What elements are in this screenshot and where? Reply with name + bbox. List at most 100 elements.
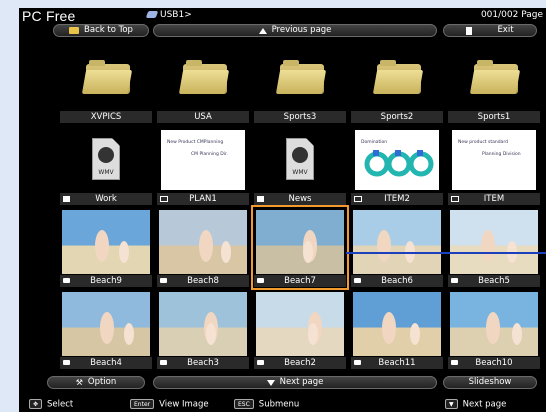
photo-scene	[377, 230, 415, 263]
key-help-footer: ✥ Select Enter View Image ESC Submenu ▼ Next…	[19, 396, 546, 412]
file-tile-beach11[interactable]: Beach11	[351, 290, 443, 369]
file-label-bar: Beach7	[254, 275, 346, 287]
back-to-top-button[interactable]: Back to Top	[53, 24, 149, 37]
file-label-bar: Work	[60, 193, 152, 205]
folder-icon	[178, 60, 230, 94]
dpad-icon: ✥	[29, 399, 43, 409]
page-down-icon: ▼	[445, 399, 458, 409]
file-tile-usa[interactable]: USA	[157, 44, 249, 123]
file-tile-xvpics[interactable]: XVPICS	[60, 44, 152, 123]
enter-key-icon: Enter	[130, 399, 155, 409]
exit-icon	[466, 26, 473, 35]
video-thumbnail: WMV	[62, 128, 150, 192]
folder-thumbnail	[450, 46, 538, 110]
file-name: USA	[194, 112, 212, 122]
file-tile-plan1[interactable]: New Product CMPlanning CM Planning Dir. PL…	[157, 126, 249, 205]
file-name: Beach4	[90, 358, 122, 368]
usb-icon	[145, 11, 159, 18]
file-name: ITEM2	[384, 194, 410, 204]
esc-key-icon: ESC	[234, 399, 254, 409]
option-button[interactable]: ⚒ Option	[47, 376, 145, 389]
slide-preview: New product standard Planning Division	[452, 130, 536, 190]
file-name: Beach5	[478, 276, 510, 286]
file-tile-sports2[interactable]: Sports2	[351, 44, 443, 123]
footer-view-image-label: View Image	[159, 399, 209, 410]
next-page-button[interactable]: Next page	[153, 376, 437, 389]
file-tile-item2[interactable]: Domination ITEM2	[351, 126, 443, 205]
file-tile-beach5[interactable]: Beach5	[448, 208, 540, 287]
photo-scene	[303, 230, 317, 263]
up-arrow-icon	[258, 27, 267, 34]
file-tile-beach2[interactable]: Beach2	[254, 290, 346, 369]
file-label-bar: Beach9	[60, 275, 152, 287]
photo-scene	[100, 312, 134, 345]
slide-preview: New Product CMPlanning CM Planning Dir.	[161, 130, 245, 190]
image-thumbnail	[62, 210, 150, 274]
photo-scene	[308, 312, 322, 345]
image-thumbnail	[450, 210, 538, 274]
file-tile-sports3[interactable]: Sports3	[254, 44, 346, 123]
option-label: Option	[87, 377, 117, 387]
file-name: Work	[95, 194, 117, 204]
file-tile-item[interactable]: New product standard Planning Division ITE…	[448, 126, 540, 205]
file-tile-sports1[interactable]: Sports1	[448, 44, 540, 123]
presentation-icon	[451, 196, 459, 202]
file-name: News	[288, 194, 312, 204]
bottom-toolbar: ⚒ Option Next page Slideshow	[19, 376, 546, 390]
video-thumbnail: WMV	[256, 128, 344, 192]
footer-next-page: ▼ Next page	[445, 399, 506, 411]
camera-icon	[451, 360, 458, 365]
back-to-top-label: Back to Top	[84, 25, 133, 35]
file-label-bar: ITEM	[448, 193, 540, 205]
wrench-icon: ⚒	[75, 378, 83, 387]
slideshow-label: Slideshow	[468, 377, 512, 387]
photo-scene	[481, 230, 517, 263]
folder-thumbnail	[159, 46, 247, 110]
top-toolbar: Back to Top Previous page Exit	[19, 24, 546, 38]
folder-icon	[275, 60, 327, 94]
file-name: PLAN1	[189, 194, 217, 204]
file-label-bar: Sports1	[448, 111, 540, 123]
camera-icon	[354, 278, 361, 283]
exit-button[interactable]: Exit	[443, 24, 537, 37]
image-thumbnail	[353, 210, 441, 274]
file-tile-beach9[interactable]: Beach9	[60, 208, 152, 287]
presentation-thumbnail: New Product CMPlanning CM Planning Dir.	[159, 128, 247, 192]
file-tile-beach8[interactable]: Beach8	[157, 208, 249, 287]
callout-line	[346, 252, 546, 254]
file-label-bar: Beach3	[157, 357, 249, 369]
previous-page-button[interactable]: Previous page	[153, 24, 437, 37]
image-thumbnail	[353, 292, 441, 356]
file-tile-beach3[interactable]: Beach3	[157, 290, 249, 369]
file-name: Sports2	[380, 112, 414, 122]
file-name: Sports3	[283, 112, 317, 122]
file-name: Beach9	[90, 276, 122, 286]
file-label-bar: XVPICS	[60, 111, 152, 123]
file-name: Beach8	[187, 276, 219, 286]
folder-icon	[81, 60, 133, 94]
file-tile-beach7[interactable]: Beach7	[251, 205, 349, 290]
file-label-bar: Beach4	[60, 357, 152, 369]
camera-icon	[63, 360, 70, 365]
presentation-icon	[354, 196, 362, 202]
file-tile-beach6[interactable]: Beach6	[351, 208, 443, 287]
file-label-bar: PLAN1	[157, 193, 249, 205]
down-arrow-icon	[266, 379, 275, 386]
folder-thumbnail	[256, 46, 344, 110]
file-label-bar: Beach11	[351, 357, 443, 369]
file-tile-work[interactable]: WMV Work	[60, 126, 152, 205]
file-tile-news[interactable]: WMV News	[254, 126, 346, 205]
photo-scene	[199, 230, 231, 263]
footer-select-label: Select	[47, 399, 74, 410]
image-thumbnail	[62, 292, 150, 356]
camera-icon	[257, 278, 264, 283]
file-tile-beach10[interactable]: Beach10	[448, 290, 540, 369]
file-tile-beach4[interactable]: Beach4	[60, 290, 152, 369]
wmv-file-icon: WMV	[286, 138, 314, 180]
camera-icon	[354, 360, 361, 365]
footer-submenu-label: Submenu	[258, 399, 300, 410]
slideshow-button[interactable]: Slideshow	[443, 376, 537, 389]
camera-icon	[160, 278, 167, 283]
file-name: ITEM	[483, 194, 505, 204]
file-label-bar: News	[254, 193, 346, 205]
